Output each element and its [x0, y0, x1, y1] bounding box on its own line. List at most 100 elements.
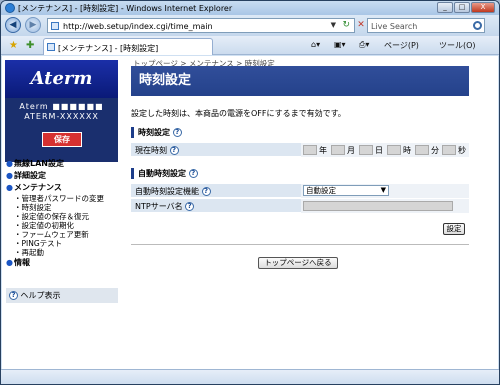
search-placeholder: Live Search [371, 22, 418, 31]
nav-reboot-label: 再起動 [21, 248, 45, 257]
current-time-text: 現在時刻 [135, 146, 167, 155]
auto-setting-row: 自動時刻設定機能 ? 自動設定 ▼ [131, 184, 469, 198]
sidebar: Aterm Aterm ■■■■■■ ATERM-XXXXXX 保存 ●無線LA… [2, 56, 122, 369]
url-input[interactable]: http://web.setup/index.cgi/time_main ▼ ↻ [47, 18, 355, 33]
url-text: http://web.setup/index.cgi/time_main [63, 22, 213, 31]
feeds-icon[interactable]: ▣▾ [334, 40, 346, 49]
year-unit: 年 [319, 146, 327, 155]
year-field[interactable] [303, 145, 317, 155]
back-to-top-button[interactable]: トップページへ戻る [258, 257, 338, 269]
stop-icon[interactable]: ✕ [355, 19, 367, 32]
add-favorites-icon[interactable]: ✚ [26, 40, 34, 51]
nav-time[interactable]: ・時刻設定 [6, 203, 120, 212]
dropdown-arrow-icon[interactable]: ▼ [331, 21, 336, 29]
main-panel: トップページ > メンテナンス > 時刻設定 時刻設定 設定した時刻は、本商品の… [128, 56, 472, 369]
nav-reset-label: 設定値の初期化 [21, 221, 75, 230]
search-icon[interactable] [473, 21, 482, 30]
hour-unit: 時 [403, 146, 411, 155]
section-time-label: 時刻設定 [138, 128, 170, 137]
nav-firmware-label: ファームウェア更新 [21, 230, 89, 239]
search-input[interactable]: Live Search [367, 18, 485, 33]
auto-setting-text: 自動時刻設定機能 [135, 187, 199, 196]
ntp-text: NTPサーバ名 [135, 202, 183, 211]
help-icon[interactable]: ? [188, 169, 198, 178]
help-button[interactable]: ? ヘルプ表示 [6, 288, 118, 303]
help-icon[interactable]: ? [172, 128, 182, 137]
ie-logo-icon [5, 3, 15, 13]
second-unit: 秒 [458, 146, 466, 155]
ntp-value [301, 199, 469, 213]
help-icon[interactable]: ? [201, 187, 211, 196]
bullet-icon: ● [6, 159, 13, 168]
auto-setting-label: 自動時刻設定機能 ? [135, 186, 211, 197]
bullet-icon: ● [6, 171, 13, 180]
nav-wireless-label: 無線LAN設定 [13, 159, 64, 168]
tab-page-icon [47, 43, 55, 51]
nav-maintenance[interactable]: ●メンテナンス [6, 182, 120, 194]
ntp-row: NTPサーバ名 ? [131, 199, 469, 213]
day-unit: 日 [375, 146, 383, 155]
nav-firmware[interactable]: ・ファームウェア更新 [6, 230, 120, 239]
chevron-down-icon: ▼ [380, 186, 386, 194]
auto-setting-select[interactable]: 自動設定 ▼ [303, 185, 389, 196]
hour-field[interactable] [387, 145, 401, 155]
back-arrow-icon[interactable]: ◀ [5, 17, 21, 33]
nav-reboot[interactable]: ・再起動 [6, 248, 120, 257]
forward-arrow-icon[interactable]: ▶ [25, 17, 41, 33]
nav-advanced[interactable]: ●詳細設定 [6, 170, 120, 182]
page-content: Aterm Aterm ■■■■■■ ATERM-XXXXXX 保存 ●無線LA… [2, 56, 498, 369]
divider [131, 244, 469, 245]
nav-reset[interactable]: ・設定値の初期化 [6, 221, 120, 230]
status-bar [1, 369, 499, 384]
nav-ping[interactable]: ・PINGテスト [6, 239, 120, 248]
save-button[interactable]: 保存 [42, 132, 82, 147]
ntp-label: NTPサーバ名 ? [135, 201, 195, 212]
tab-bar: ★ ✚ [メンテナンス] - [時刻設定] ⌂▾ ▣▾ ⎙▾ ページ(P) ツー… [1, 36, 499, 55]
nav-backup[interactable]: ・設定値の保存＆復元 [6, 212, 120, 221]
page-description: 設定した時刻は、本商品の電源をOFFにするまで有効です。 [131, 109, 346, 118]
nav-password-label: 管理者パスワードの変更 [21, 194, 105, 203]
nav-password[interactable]: ・管理者パスワードの変更 [6, 194, 120, 203]
set-button[interactable]: 設定 [443, 223, 465, 235]
bullet-icon: ● [6, 183, 13, 192]
home-icon[interactable]: ⌂▾ [311, 40, 320, 49]
tools-menu[interactable]: ツール(O) [439, 40, 476, 51]
nav-maintenance-label: メンテナンス [13, 183, 62, 192]
current-time-fields: 年 月 日 時 分 秒 [301, 143, 469, 157]
nav-info-label: 情報 [13, 258, 30, 267]
nav-advanced-label: 詳細設定 [13, 171, 46, 180]
window-title: [メンテナンス] - [時刻設定] - Windows Internet Exp… [18, 4, 233, 13]
nav-wireless[interactable]: ●無線LAN設定 [6, 158, 120, 170]
device-model: ATERM-XXXXXX [24, 112, 99, 121]
nav-ping-label: PINGテスト [21, 239, 63, 248]
help-icon[interactable]: ? [169, 146, 179, 155]
current-time-row: 現在時刻 ? 年 月 日 時 分 秒 [131, 143, 469, 157]
second-field[interactable] [442, 145, 456, 155]
day-field[interactable] [359, 145, 373, 155]
ntp-server-input[interactable] [303, 201, 453, 211]
aterm-logo: Aterm [5, 60, 118, 98]
help-icon[interactable]: ? [185, 202, 195, 211]
nav-info[interactable]: ●情報 [6, 257, 120, 269]
address-bar: ◀ ▶ http://web.setup/index.cgi/time_main… [1, 15, 499, 36]
minute-field[interactable] [415, 145, 429, 155]
page-title: 時刻設定 [131, 66, 469, 96]
section-auto-label: 自動時刻設定 [138, 169, 186, 178]
section-time-heading: 時刻設定 ? [131, 127, 182, 138]
page-icon [51, 22, 59, 30]
help-icon: ? [9, 291, 18, 300]
page-menu[interactable]: ページ(P) [384, 40, 419, 51]
sidebar-nav: ●無線LAN設定 ●詳細設定 ●メンテナンス ・管理者パスワードの変更 ・時刻設… [6, 158, 120, 269]
minimize-button[interactable]: _ [437, 2, 453, 13]
maximize-button[interactable]: □ [454, 2, 470, 13]
tab-label: [メンテナンス] - [時刻設定] [58, 44, 159, 53]
close-button[interactable]: X [471, 2, 495, 13]
section-auto-heading: 自動時刻設定 ? [131, 168, 198, 179]
tab-current[interactable]: [メンテナンス] - [時刻設定] [43, 38, 213, 55]
refresh-icon[interactable]: ↻ [342, 20, 350, 30]
help-label: ヘルプ表示 [20, 291, 61, 300]
favorites-star-icon[interactable]: ★ [9, 40, 18, 51]
month-field[interactable] [331, 145, 345, 155]
print-icon[interactable]: ⎙▾ [359, 40, 369, 50]
title-bar: [メンテナンス] - [時刻設定] - Windows Internet Exp… [1, 1, 499, 15]
